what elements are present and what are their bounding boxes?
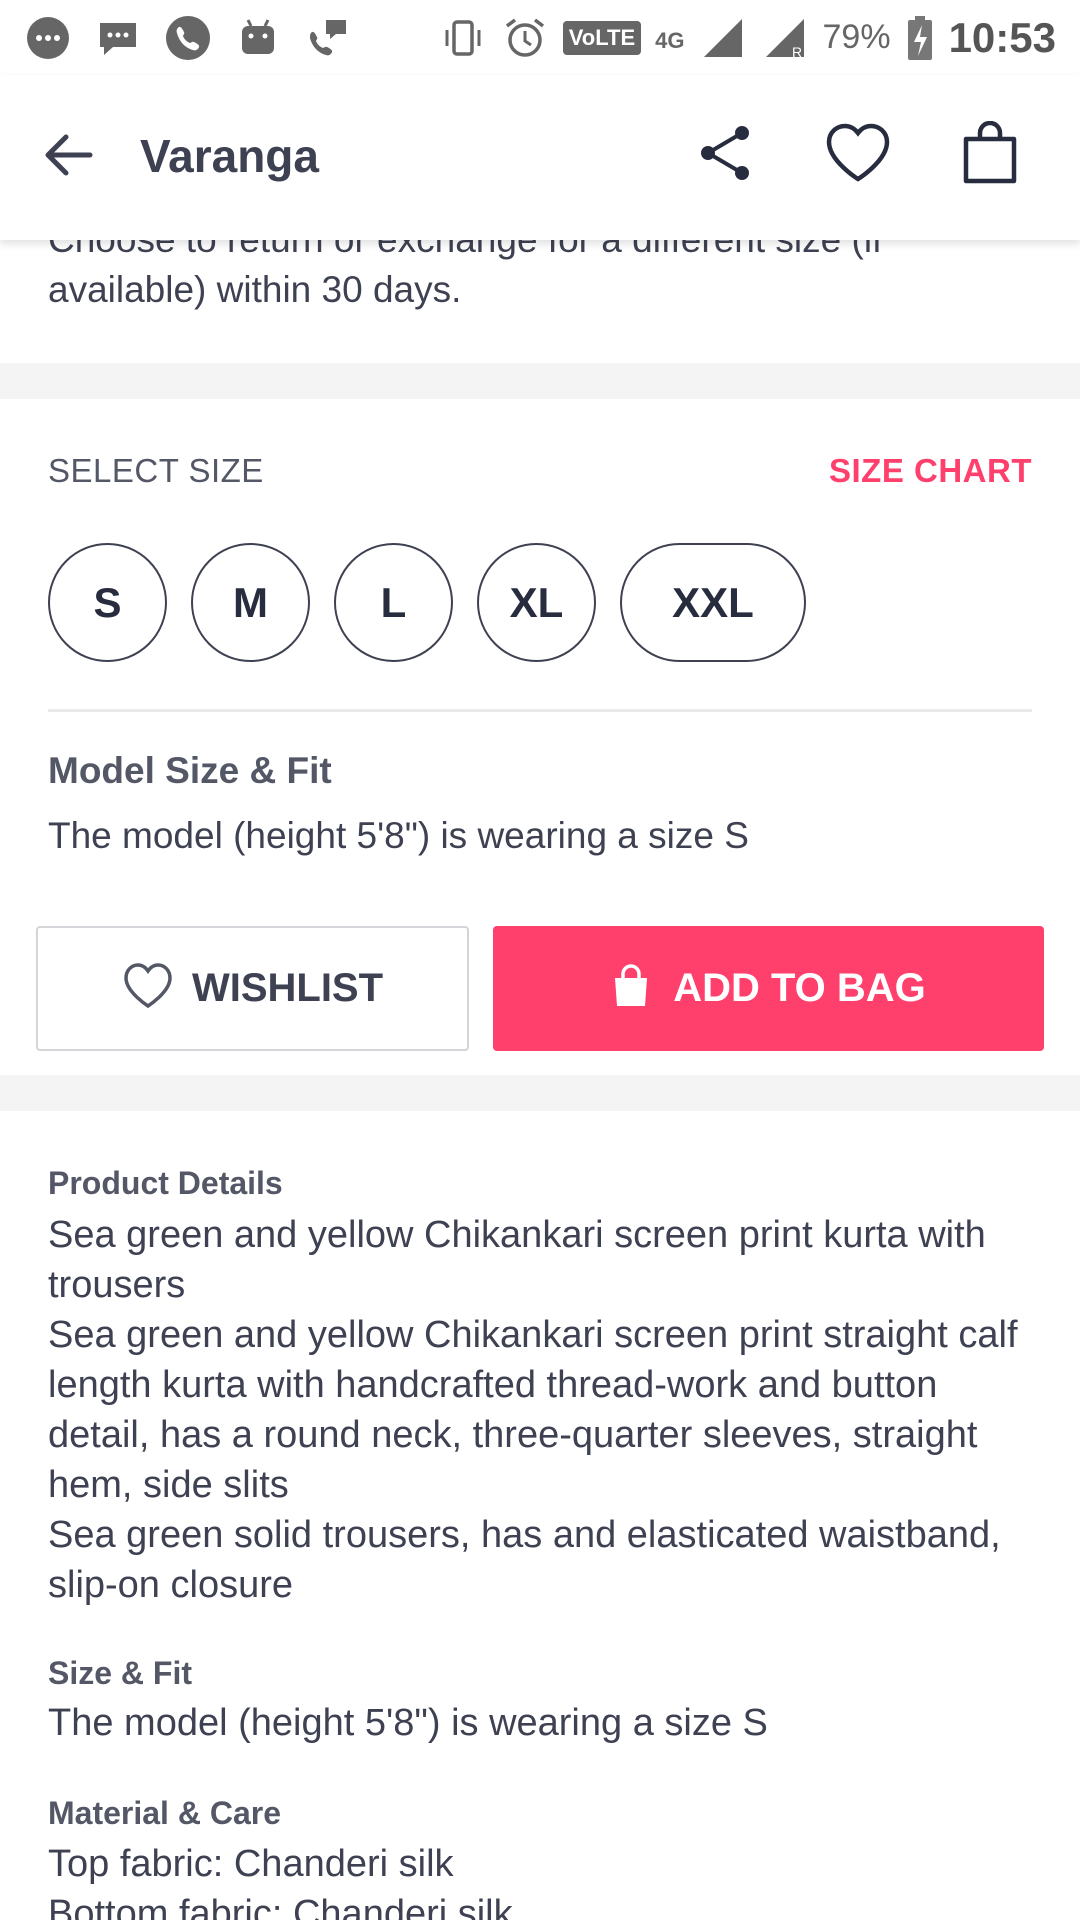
product-content[interactable]: Choose to return or exchange for a diffe… xyxy=(0,75,1080,1920)
size-fit-text: The model (height 5'8") is wearing a siz… xyxy=(48,1702,768,1744)
add-to-bag-label: ADD TO BAG xyxy=(673,966,926,1010)
bag-icon xyxy=(960,120,1020,190)
material-care-body: Top fabric: Chanderi silk Bottom fabric:… xyxy=(48,1839,513,1920)
page-title: Varanga xyxy=(140,130,319,182)
product-details-body: Sea green and yellow Chikankari screen p… xyxy=(48,1210,1038,1610)
status-bar: VoLTE 4G R 79% 10:53 xyxy=(0,0,1080,75)
size-chart-link[interactable]: SIZE CHART xyxy=(829,452,1032,490)
size-option-xl[interactable]: XL xyxy=(477,543,596,662)
android-icon xyxy=(234,14,282,62)
size-option-m[interactable]: M xyxy=(191,543,310,662)
material-care-line: Bottom fabric: Chanderi silk xyxy=(48,1893,513,1920)
size-options: S M L XL XXL xyxy=(48,543,806,662)
arrow-back-icon xyxy=(42,133,94,182)
phone-icon xyxy=(164,14,212,62)
size-option-s[interactable]: S xyxy=(48,543,167,662)
section-divider xyxy=(0,1075,1080,1111)
size-fit-title: Size & Fit xyxy=(48,1655,193,1691)
section-divider xyxy=(0,363,1080,399)
notification-icons xyxy=(24,14,352,62)
wishlist-label: WISHLIST xyxy=(191,966,384,1010)
volte-badge: VoLTE xyxy=(562,20,642,55)
heart-icon xyxy=(825,123,891,188)
product-details-line: Sea green solid trousers, has and elasti… xyxy=(48,1514,1001,1606)
message-icon xyxy=(94,14,142,62)
clock: 10:53 xyxy=(948,13,1056,61)
phone-chat-icon xyxy=(304,14,352,62)
size-option-l[interactable]: L xyxy=(334,543,453,662)
product-details-line: Sea green and yellow Chikankari screen p… xyxy=(48,1214,986,1306)
back-button[interactable] xyxy=(36,125,100,189)
size-header: SELECT SIZE SIZE CHART xyxy=(48,452,1032,490)
material-care-title: Material & Care xyxy=(48,1795,281,1831)
wishlist-header-button[interactable] xyxy=(822,119,894,191)
svg-text:R: R xyxy=(792,44,802,60)
share-button[interactable] xyxy=(690,119,762,191)
battery-percent: 79% xyxy=(822,18,891,56)
chat-bubble-icon xyxy=(24,14,72,62)
divider xyxy=(48,709,1032,712)
signal-icon xyxy=(699,14,747,62)
model-fit-title: Model Size & Fit xyxy=(48,750,332,791)
share-icon xyxy=(696,123,756,188)
system-icons: VoLTE 4G R 79% 10:53 xyxy=(439,14,1056,62)
heart-outline-icon xyxy=(122,962,174,1015)
network-type: 4G xyxy=(655,27,685,53)
alarm-icon xyxy=(501,14,549,62)
battery-charging-icon xyxy=(905,14,935,62)
shopping-bag-icon xyxy=(611,964,651,1013)
signal-roaming-icon: R xyxy=(761,14,809,62)
action-buttons: WISHLIST ADD TO BAG xyxy=(36,926,1044,1051)
size-option-xxl[interactable]: XXL xyxy=(620,543,806,662)
model-fit-text: The model (height 5'8") is wearing a siz… xyxy=(48,815,749,856)
vibrate-icon xyxy=(439,14,487,62)
bag-header-button[interactable] xyxy=(954,119,1026,191)
app-bar: Varanga xyxy=(0,75,1080,240)
product-details-title: Product Details xyxy=(48,1165,283,1201)
select-size-label: SELECT SIZE xyxy=(48,452,264,489)
add-to-bag-button[interactable]: ADD TO BAG xyxy=(493,926,1044,1051)
product-details-line: Sea green and yellow Chikankari screen p… xyxy=(48,1314,1018,1506)
material-care-line: Top fabric: Chanderi silk xyxy=(48,1843,454,1885)
wishlist-button[interactable]: WISHLIST xyxy=(36,926,469,1051)
